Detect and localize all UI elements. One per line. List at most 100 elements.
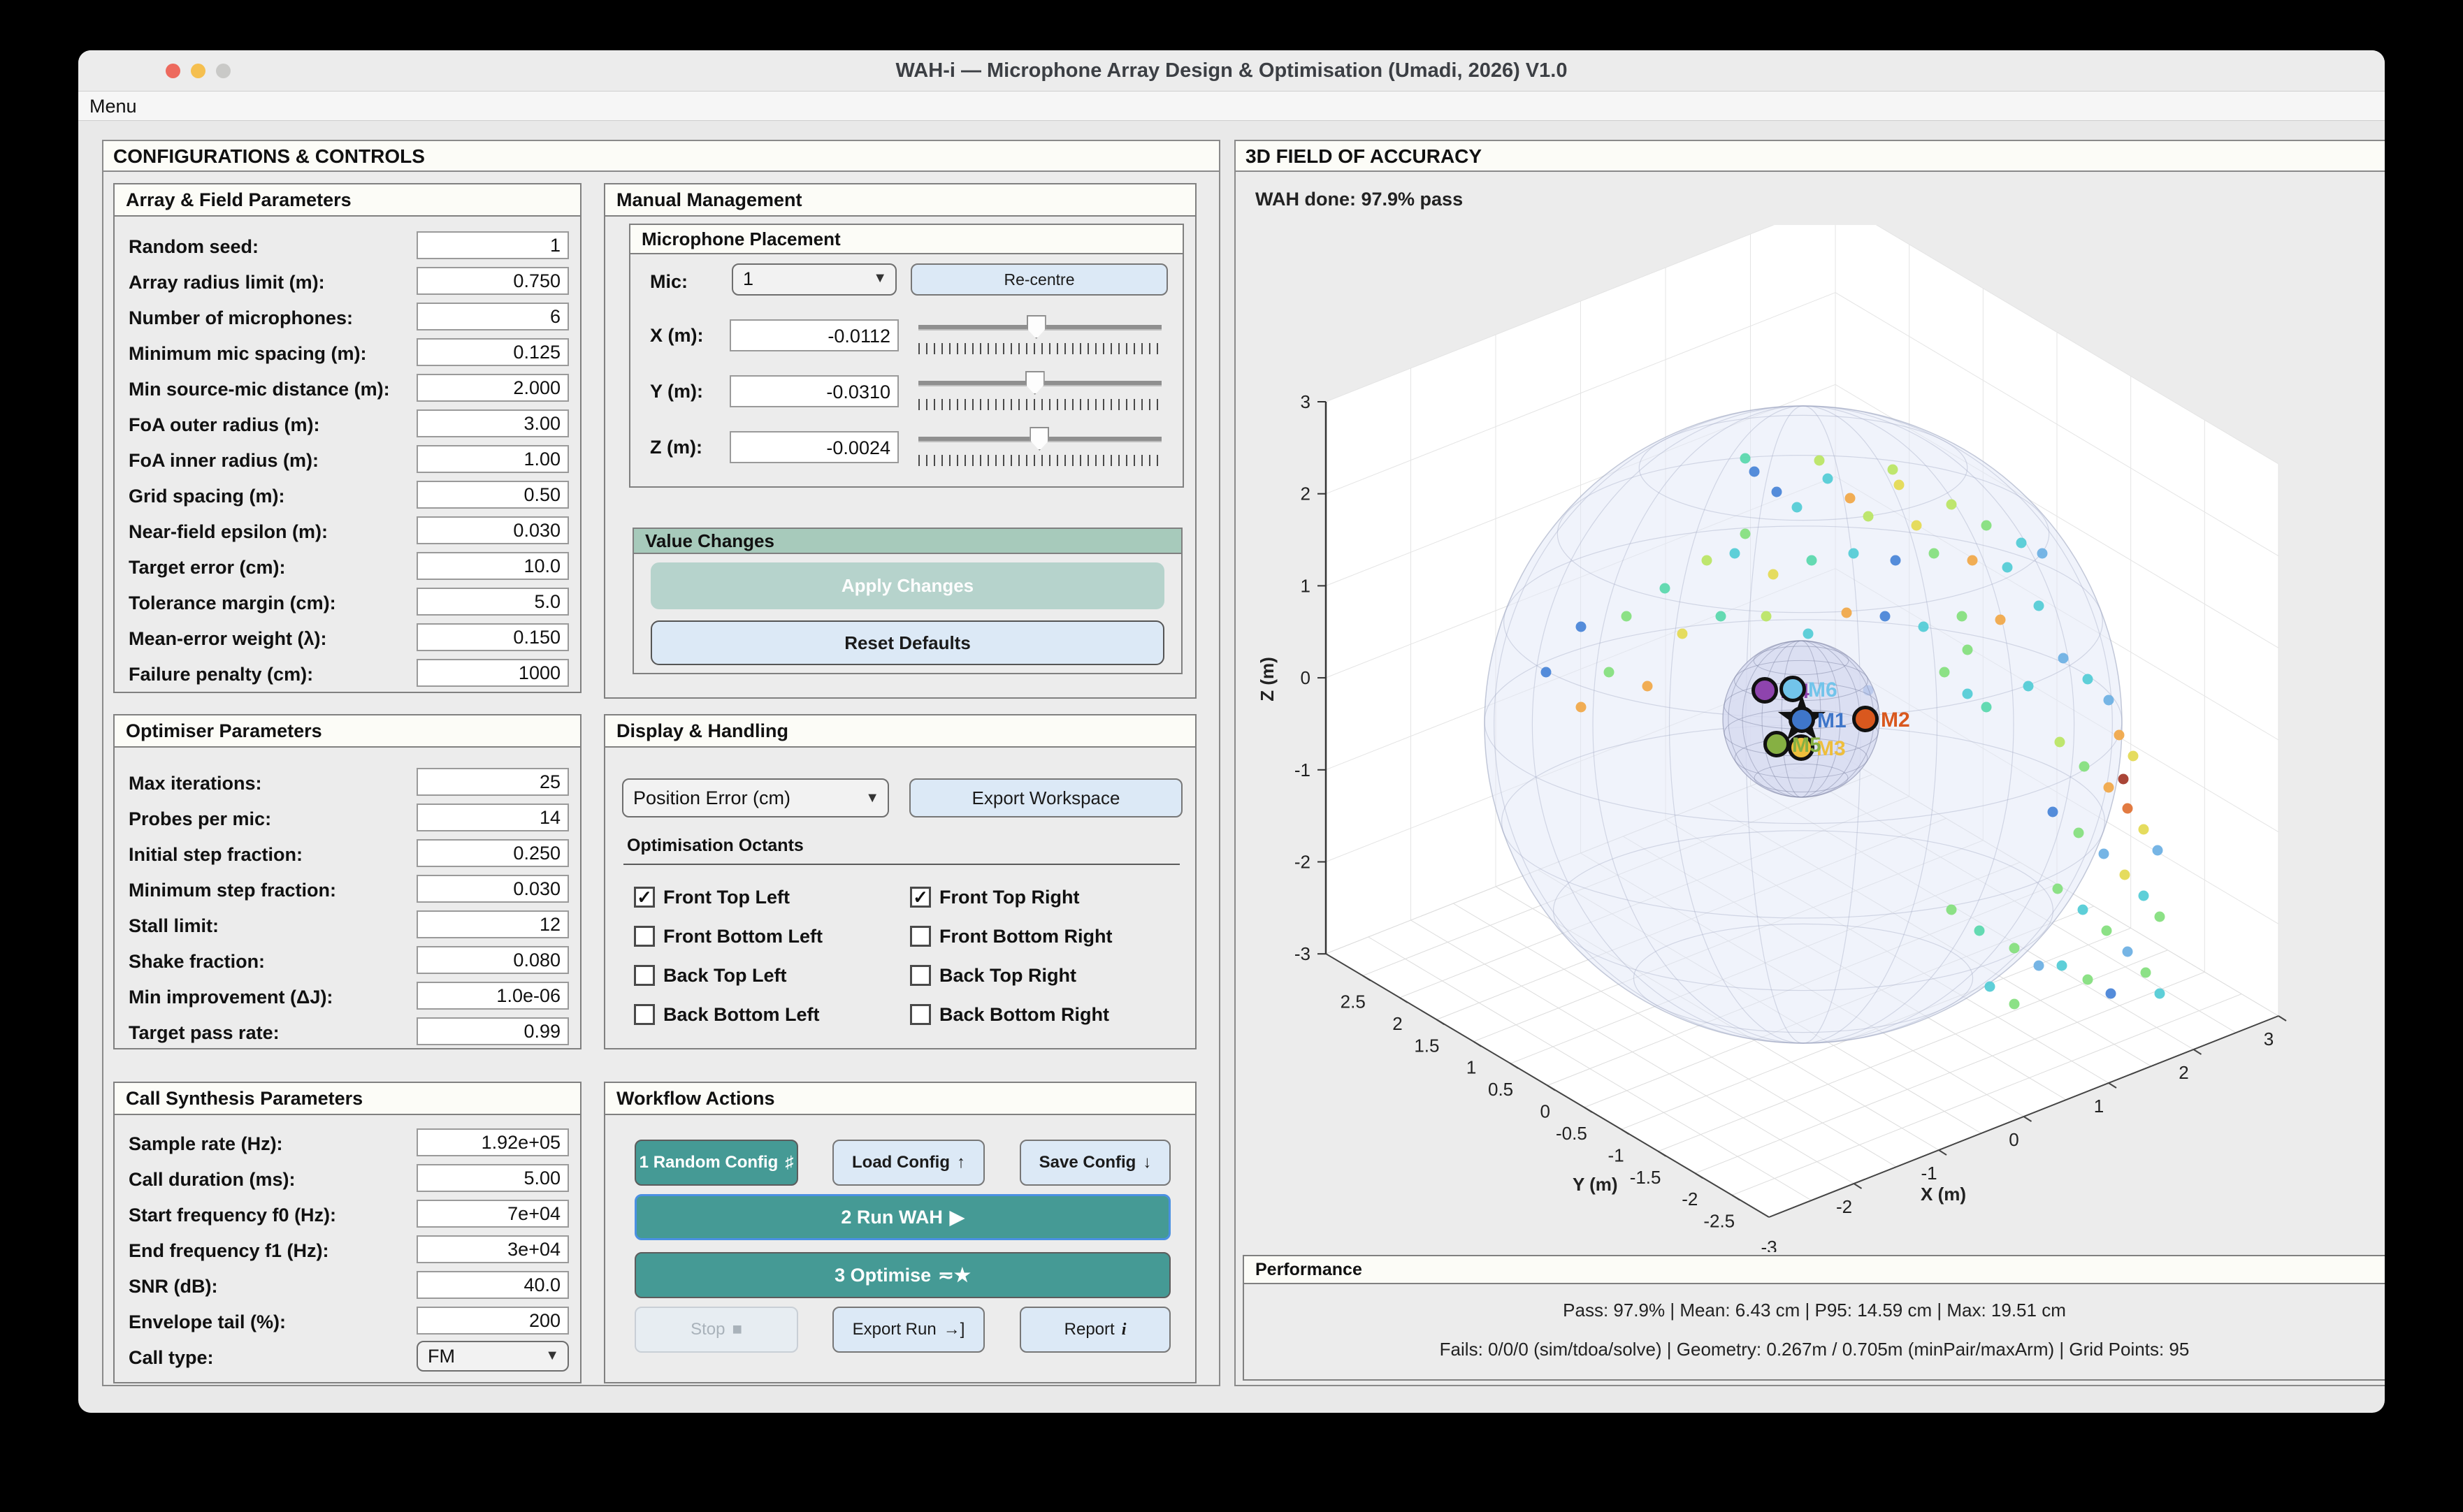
grid-error-point [1768, 569, 1779, 580]
export-workspace-button[interactable]: Export Workspace [909, 778, 1183, 817]
svg-text:-2.5: -2.5 [1703, 1211, 1735, 1232]
grid-error-point [1541, 667, 1552, 678]
grid-error-point [1823, 474, 1833, 484]
performance-line-1: Pass: 97.9% | Mean: 6.43 cm | P95: 14.59… [1244, 1300, 2385, 1321]
slider-thumb[interactable] [1027, 315, 1046, 339]
param-value-input[interactable]: 0.150 [417, 623, 569, 651]
checkbox-unchecked[interactable] [910, 1004, 931, 1025]
param-label: Minimum mic spacing (m): [129, 343, 367, 365]
param-value-input[interactable]: 3.00 [417, 409, 569, 437]
report-button[interactable]: Reporti [1020, 1307, 1171, 1353]
octant-checkbox-row[interactable]: Back Top Right [910, 956, 1186, 995]
axis-value-input[interactable]: -0.0112 [730, 319, 899, 351]
param-value-input[interactable]: 2.000 [417, 374, 569, 402]
param-row: Near-field epsilon (m):0.030 [115, 514, 580, 550]
mic-select-dropdown[interactable]: 1▼ [732, 263, 897, 296]
call-type-dropdown[interactable]: FM▼ [417, 1341, 569, 1372]
param-value-input[interactable]: 25 [417, 768, 569, 796]
octant-label: Front Top Left [663, 887, 790, 908]
grid-error-point [2104, 695, 2114, 706]
wah-status-text: WAH done: 97.9% pass [1255, 189, 1463, 210]
octant-checkbox-row[interactable]: Front Bottom Right [910, 917, 1186, 956]
checkbox-checked[interactable]: ✓ [634, 887, 655, 908]
checkbox-checked[interactable]: ✓ [910, 887, 931, 908]
param-row: Number of microphones:6 [115, 300, 580, 336]
grid-error-point [1981, 702, 1992, 713]
checkbox-unchecked[interactable] [634, 926, 655, 947]
export-run-button[interactable]: Export Run→] [832, 1307, 985, 1353]
checkbox-unchecked[interactable] [910, 965, 931, 986]
param-value-input[interactable]: 5.0 [417, 588, 569, 616]
param-value-input[interactable]: 1 [417, 231, 569, 259]
optimise-button[interactable]: 3 Optimise≂★ [635, 1252, 1171, 1298]
stop-button[interactable]: Stop■ [635, 1307, 798, 1353]
load-config-button[interactable]: Load Config↑ [832, 1140, 985, 1186]
metric-dropdown[interactable]: Position Error (cm)▼ [622, 778, 889, 817]
grid-error-point [2002, 562, 2013, 573]
slider-thumb[interactable] [1025, 371, 1045, 395]
axis-value-input[interactable]: -0.0024 [730, 431, 899, 463]
octant-checkbox-row[interactable]: Back Bottom Right [910, 995, 1186, 1034]
chevron-down-icon: ▼ [865, 790, 879, 806]
param-value-input[interactable]: 3e+04 [417, 1235, 569, 1263]
param-value-input[interactable]: 0.750 [417, 267, 569, 295]
axis-value-input[interactable]: -0.0310 [730, 375, 899, 407]
axis-slider[interactable] [918, 315, 1162, 357]
random-config-button[interactable]: 1 Random Config♯ [635, 1140, 798, 1186]
run-wah-button[interactable]: 2 Run WAH▶ [635, 1194, 1171, 1240]
menu-item[interactable]: Menu [89, 96, 137, 117]
param-value-input[interactable]: 0.99 [417, 1017, 569, 1045]
octant-checkbox-row[interactable]: Back Top Left [634, 956, 910, 995]
param-value-input[interactable]: 1.92e+05 [417, 1128, 569, 1156]
checkbox-unchecked[interactable] [634, 965, 655, 986]
param-value-input[interactable]: 200 [417, 1307, 569, 1335]
param-value-input[interactable]: 0.250 [417, 839, 569, 867]
param-row: Minimum step fraction:0.030 [115, 873, 580, 908]
octant-checkbox-row[interactable]: ✓ Front Top Left [634, 878, 910, 917]
octant-checkbox-row[interactable]: Back Bottom Left [634, 995, 910, 1034]
param-value-input[interactable]: 0.030 [417, 516, 569, 544]
axis-slider[interactable] [918, 371, 1162, 413]
param-row: Start frequency f0 (Hz):7e+04 [115, 1198, 580, 1233]
octant-checkbox-row[interactable]: Front Bottom Left [634, 917, 910, 956]
grid-error-point [1730, 548, 1740, 559]
performance-panel: Performance Pass: 97.9% | Mean: 6.43 cm … [1243, 1255, 2385, 1381]
svg-text:-3: -3 [1294, 943, 1310, 964]
checkbox-unchecked[interactable] [910, 926, 931, 947]
param-value-input[interactable]: 0.125 [417, 338, 569, 366]
param-value-input[interactable]: 0.50 [417, 481, 569, 509]
param-value-input[interactable]: 5.00 [417, 1164, 569, 1192]
recentre-button[interactable]: Re-centre [911, 263, 1168, 296]
param-row: Max iterations:25 [115, 766, 580, 801]
grid-error-point [1894, 480, 1905, 490]
param-label: FoA outer radius (m): [129, 414, 320, 436]
param-value-input[interactable]: 1000 [417, 659, 569, 687]
grid-error-point [1803, 629, 1814, 639]
octant-checkbox-row[interactable]: ✓Front Top Right [910, 878, 1186, 917]
param-value-input[interactable]: 6 [417, 303, 569, 330]
axis-slider[interactable] [918, 427, 1162, 469]
svg-text:M5: M5 [1792, 734, 1821, 757]
param-value-input[interactable]: 14 [417, 804, 569, 831]
param-row: SNR (dB):40.0 [115, 1269, 580, 1304]
param-value-input[interactable]: 1.0e-06 [417, 982, 569, 1010]
accuracy-3d-plot[interactable]: 3210-1-2-3Z (m)M1M2M3M4M5M62.521.510.50-… [1245, 225, 2287, 1252]
grid-error-point [1576, 622, 1587, 632]
grid-error-point [1974, 926, 1985, 936]
param-value-input[interactable]: 7e+04 [417, 1200, 569, 1228]
svg-text:2: 2 [2179, 1062, 2188, 1083]
param-value-input[interactable]: 12 [417, 910, 569, 938]
checkbox-unchecked[interactable] [634, 1004, 655, 1025]
param-value-input[interactable]: 10.0 [417, 552, 569, 580]
slider-thumb[interactable] [1030, 427, 1049, 451]
svg-text:X (m): X (m) [1921, 1184, 1966, 1205]
param-value-input[interactable]: 0.030 [417, 875, 569, 903]
param-value-input[interactable]: 0.080 [417, 946, 569, 974]
param-value-input[interactable]: 40.0 [417, 1271, 569, 1299]
svg-text:-1: -1 [1608, 1144, 1624, 1165]
apply-changes-button[interactable]: Apply Changes [651, 562, 1164, 609]
param-value-input[interactable]: 1.00 [417, 445, 569, 473]
reset-defaults-button[interactable]: Reset Defaults [651, 620, 1164, 665]
grid-error-point [1792, 502, 1803, 513]
save-config-button[interactable]: Save Config↓ [1020, 1140, 1171, 1186]
